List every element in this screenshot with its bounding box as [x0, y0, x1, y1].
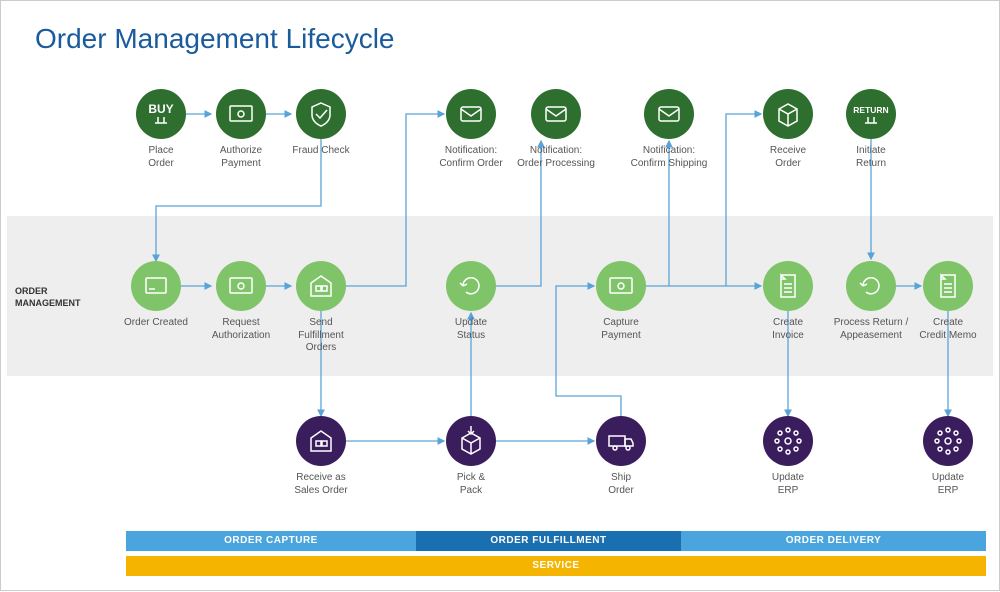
warehouse-icon	[296, 416, 346, 466]
node-label: Receive Order	[748, 145, 828, 170]
node-label: Create Invoice	[748, 317, 828, 342]
node-label: Create Credit Memo	[908, 317, 988, 342]
node-receive-sales-order: Receive as Sales Order	[281, 416, 361, 497]
node-label: Notification: Confirm Order	[431, 145, 511, 170]
node-ship-order: Ship Order	[581, 416, 661, 497]
node-fraud-check: Fraud Check	[281, 89, 361, 158]
svg-text:BUY: BUY	[148, 102, 173, 116]
node-label: Capture Payment	[581, 317, 661, 342]
shield-check-icon	[296, 89, 346, 139]
node-label: Request Authorization	[201, 317, 281, 342]
payment-icon	[216, 261, 266, 311]
refresh-icon	[446, 261, 496, 311]
package-icon	[763, 89, 813, 139]
node-label: Authorize Payment	[201, 145, 281, 170]
invoice-icon	[923, 261, 973, 311]
node-label: Update Status	[431, 317, 511, 342]
node-request-auth: Request Authorization	[201, 261, 281, 342]
node-create-invoice: Create Invoice	[748, 261, 828, 342]
invoice-icon	[763, 261, 813, 311]
node-update-status: Update Status	[431, 261, 511, 342]
node-label: Update ERP	[748, 472, 828, 497]
node-label: Initiate Return	[831, 145, 911, 170]
node-label: Send Fulfillment Orders	[281, 317, 361, 355]
node-notif-confirm-order: Notification: Confirm Order	[431, 89, 511, 170]
truck-icon	[596, 416, 646, 466]
payment-icon	[216, 89, 266, 139]
network-icon	[763, 416, 813, 466]
node-pick-pack: Pick & Pack	[431, 416, 511, 497]
mail-icon	[531, 89, 581, 139]
node-process-return: Process Return / Appeasement	[831, 261, 911, 342]
diagram-canvas: Order Management Lifecycle ORDER MANAGEM…	[0, 0, 1000, 591]
node-label: Process Return / Appeasement	[831, 317, 911, 342]
band-label: ORDER MANAGEMENT	[15, 286, 105, 309]
phase-service: SERVICE	[126, 556, 986, 576]
node-capture-payment: Capture Payment	[581, 261, 661, 342]
node-receive-order: Receive Order	[748, 89, 828, 170]
node-send-fulfillment: Send Fulfillment Orders	[281, 261, 361, 355]
node-label: Update ERP	[908, 472, 988, 497]
network-icon	[923, 416, 973, 466]
node-update-erp-1: Update ERP	[748, 416, 828, 497]
page-title: Order Management Lifecycle	[35, 23, 395, 55]
refresh-icon	[846, 261, 896, 311]
phase-order-capture: ORDER CAPTURE	[126, 531, 416, 551]
node-label: Place Order	[121, 145, 201, 170]
phase-order-fulfillment: ORDER FULFILLMENT	[416, 531, 681, 551]
node-update-erp-2: Update ERP	[908, 416, 988, 497]
node-label: Ship Order	[581, 472, 661, 497]
box-down-icon	[446, 416, 496, 466]
payment-icon	[596, 261, 646, 311]
mail-icon	[446, 89, 496, 139]
node-notif-shipping: Notification: Confirm Shipping	[629, 89, 709, 170]
document-icon	[131, 261, 181, 311]
node-label: Notification: Order Processing	[516, 145, 596, 170]
node-notif-processing: Notification: Order Processing	[516, 89, 596, 170]
buy-icon: BUY	[136, 89, 186, 139]
node-place-order: BUY Place Order	[121, 89, 201, 170]
svg-text:RETURN: RETURN	[853, 105, 888, 115]
return-icon: RETURN	[846, 89, 896, 139]
phase-order-delivery: ORDER DELIVERY	[681, 531, 986, 551]
warehouse-icon	[296, 261, 346, 311]
node-create-credit-memo: Create Credit Memo	[908, 261, 988, 342]
node-order-created: Order Created	[116, 261, 196, 330]
node-authorize-payment: Authorize Payment	[201, 89, 281, 170]
node-initiate-return: RETURN Initiate Return	[831, 89, 911, 170]
node-label: Fraud Check	[281, 145, 361, 158]
node-label: Receive as Sales Order	[281, 472, 361, 497]
node-label: Notification: Confirm Shipping	[629, 145, 709, 170]
node-label: Order Created	[116, 317, 196, 330]
mail-icon	[644, 89, 694, 139]
node-label: Pick & Pack	[431, 472, 511, 497]
